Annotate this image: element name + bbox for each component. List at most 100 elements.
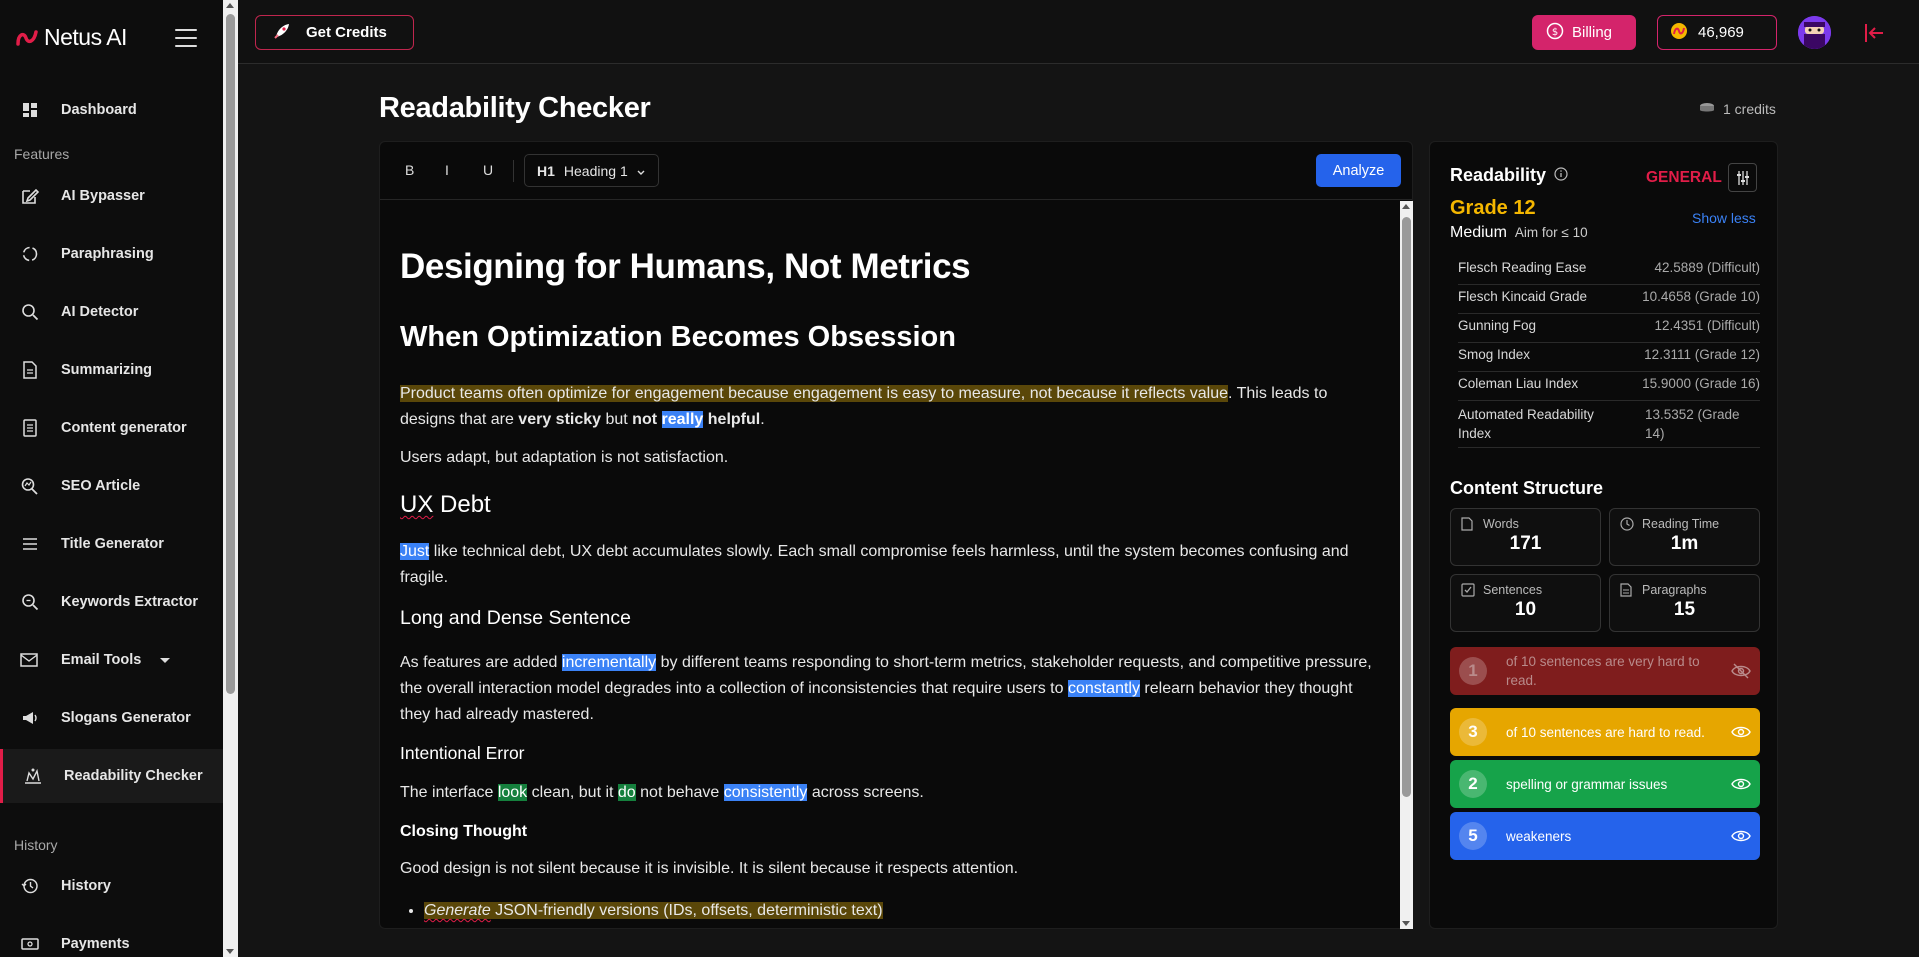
metric-row: Gunning Fog 12.4351 (Difficult) xyxy=(1458,314,1760,343)
issue-count: 1 xyxy=(1459,657,1487,685)
sidebar-item-title-generator[interactable]: Title Generator xyxy=(0,517,223,571)
issue-label: weakeners xyxy=(1506,828,1572,844)
search-icon xyxy=(19,301,41,323)
sidebar-item-paraphrasing[interactable]: Paraphrasing xyxy=(0,227,223,281)
doc-heading-2: When Optimization Becomes Obsession xyxy=(400,321,956,353)
doc-paragraph-1: Product teams often optimize for engagem… xyxy=(400,381,1380,433)
sidebar-item-readability-checker[interactable]: Readability Checker xyxy=(0,749,223,803)
editor-content[interactable]: Designing for Humans, Not Metrics When O… xyxy=(380,201,1400,929)
doc-paragraph-4: As features are added incrementally by d… xyxy=(400,650,1380,728)
doc-heading-1: Designing for Humans, Not Metrics xyxy=(400,247,971,286)
text-run: JSON-friendly versions (IDs, offsets, de… xyxy=(490,902,883,919)
stat-reading-time: Reading Time 1m xyxy=(1609,508,1760,566)
issue-hard-sentences[interactable]: 3 of 10 sentences are hard to read. xyxy=(1450,708,1760,756)
billing-button[interactable]: $ Billing xyxy=(1532,15,1636,50)
scroll-down-icon[interactable] xyxy=(1402,921,1410,926)
sidebar-item-summarizing[interactable]: Summarizing xyxy=(0,343,223,397)
chevron-down-icon xyxy=(160,658,170,663)
credits-cost: 1 credits xyxy=(1699,101,1776,117)
readability-mode[interactable]: GENERAL xyxy=(1646,169,1722,187)
hard-sentence-highlight[interactable]: Product teams often optimize for engagem… xyxy=(400,385,1229,402)
sidebar-item-payments[interactable]: Payments xyxy=(0,917,223,957)
heading-select[interactable]: H1 Heading 1 xyxy=(524,154,659,187)
sidebar-item-slogans-generator[interactable]: Slogans Generator xyxy=(0,691,223,745)
info-icon[interactable] xyxy=(1554,165,1568,186)
metric-name: Flesch Reading Ease xyxy=(1458,260,1587,275)
sidebar-item-ai-detector[interactable]: AI Detector xyxy=(0,285,223,339)
sidebar-item-label: Dashboard xyxy=(61,102,137,118)
italic-button[interactable]: I xyxy=(445,162,449,178)
logout-icon[interactable] xyxy=(1863,21,1887,45)
doc-heading-5: Intentional Error xyxy=(400,743,525,763)
weakener-highlight[interactable]: consistently xyxy=(723,784,808,801)
edit-icon xyxy=(19,185,41,207)
stat-sentences: Sentences 10 xyxy=(1450,574,1601,632)
difficulty-level: Medium Aim for ≤ 10 xyxy=(1450,224,1588,242)
key-search-icon xyxy=(19,591,41,613)
app-logo[interactable]: Netus AI xyxy=(16,24,127,51)
show-less-link[interactable]: Show less xyxy=(1692,210,1756,226)
mail-icon xyxy=(19,649,41,671)
bold-text: helpful xyxy=(707,411,761,428)
text-run: not behave xyxy=(635,784,724,801)
eye-icon[interactable] xyxy=(1731,724,1751,740)
eye-off-icon[interactable] xyxy=(1731,663,1751,679)
grammar-highlight[interactable]: look xyxy=(497,784,528,801)
menu-toggle-button[interactable] xyxy=(175,29,197,47)
eye-icon[interactable] xyxy=(1731,828,1751,844)
issue-weakeners[interactable]: 5 weakeners xyxy=(1450,812,1760,860)
scroll-up-icon[interactable] xyxy=(1402,204,1410,209)
sidebar-item-dashboard[interactable]: Dashboard xyxy=(0,83,223,137)
stat-value: 10 xyxy=(1514,599,1537,620)
hard-sentence-highlight[interactable]: Generate JSON-friendly versions (IDs, of… xyxy=(424,902,883,919)
underline-button[interactable]: U xyxy=(483,162,493,178)
seo-search-icon xyxy=(19,475,41,497)
metric-name: Smog Index xyxy=(1458,347,1531,362)
scroll-down-icon[interactable] xyxy=(226,949,234,954)
stat-label: Sentences xyxy=(1483,583,1543,597)
netus-logo-icon xyxy=(16,29,38,46)
editor-toolbar: B I U H1 Heading 1 Analyze xyxy=(380,142,1412,200)
page-scrollbar[interactable] xyxy=(223,0,238,957)
scrollbar-thumb[interactable] xyxy=(1402,217,1411,797)
metric-value: 42.5889 (Difficult) xyxy=(1654,260,1760,275)
grammar-highlight[interactable]: do xyxy=(617,784,636,801)
sidebar-item-seo-article[interactable]: SEO Article xyxy=(0,459,223,513)
get-credits-button[interactable]: Get Credits xyxy=(255,15,414,50)
weakener-highlight[interactable]: Just xyxy=(400,543,430,560)
sidebar-item-content-generator[interactable]: Content generator xyxy=(0,401,223,455)
sidebar-item-label: Readability Checker xyxy=(64,768,203,784)
doc-paragraph-5: The interface look clean, but it do not … xyxy=(400,780,1380,806)
text-run: but xyxy=(601,411,633,428)
credits-cost-label: 1 credits xyxy=(1723,101,1776,117)
issue-very-hard-sentences[interactable]: 1 of 10 sentences are very hard to read. xyxy=(1450,647,1760,695)
metric-name: Flesch Kincaid Grade xyxy=(1458,289,1588,304)
weakener-highlight[interactable]: constantly xyxy=(1067,680,1140,697)
issue-grammar[interactable]: 2 spelling or grammar issues xyxy=(1450,760,1760,808)
sidebar-item-history[interactable]: History xyxy=(0,859,223,913)
eye-icon[interactable] xyxy=(1731,776,1751,792)
issue-label: spelling or grammar issues xyxy=(1506,776,1668,792)
scroll-up-icon[interactable] xyxy=(226,3,234,8)
sidebar-item-keywords-extractor[interactable]: Keywords Extractor xyxy=(0,575,223,629)
sidebar-item-email-tools[interactable]: Email Tools xyxy=(0,633,223,687)
sidebar-item-label: History xyxy=(61,878,111,894)
credits-balance-value: 46,969 xyxy=(1698,24,1744,41)
sidebar-item-ai-bypasser[interactable]: AI Bypasser xyxy=(0,169,223,223)
get-credits-label: Get Credits xyxy=(306,24,387,41)
heading-label: Heading 1 xyxy=(563,162,628,179)
megaphone-icon xyxy=(19,707,41,729)
issue-label: of 10 sentences are hard to read. xyxy=(1506,724,1705,740)
metric-value: 15.9000 (Grade 16) xyxy=(1642,376,1760,391)
sliders-icon[interactable] xyxy=(1728,163,1757,192)
dashboard-icon xyxy=(19,99,41,121)
weakener-highlight[interactable]: incrementally xyxy=(561,654,657,671)
svg-text:$: $ xyxy=(1552,27,1558,38)
bold-button[interactable]: B xyxy=(405,162,414,178)
weakener-highlight[interactable]: really xyxy=(661,411,704,428)
avatar[interactable] xyxy=(1798,16,1831,49)
editor-scrollbar[interactable] xyxy=(1400,201,1413,929)
doc-heading-4: Long and Dense Sentence xyxy=(400,607,631,629)
analyze-button[interactable]: Analyze xyxy=(1316,154,1401,187)
scrollbar-thumb[interactable] xyxy=(226,14,235,694)
